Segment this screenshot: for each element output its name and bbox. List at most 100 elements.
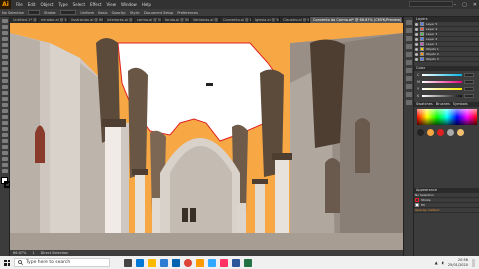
transparency-icon[interactable] <box>405 44 412 49</box>
visibility-eye-icon[interactable] <box>415 42 418 46</box>
blend-tool-icon[interactable] <box>1 133 8 137</box>
visibility-eye-icon[interactable] <box>415 37 418 41</box>
pen-tool-icon[interactable] <box>1 37 8 41</box>
eraser-tool-icon[interactable] <box>1 73 8 77</box>
store-icon[interactable] <box>160 258 168 267</box>
selection-tool-icon[interactable] <box>1 19 8 23</box>
color-spectrum[interactable] <box>417 109 477 125</box>
type-tool-icon[interactable] <box>1 43 8 47</box>
brush-preset[interactable] <box>417 129 424 136</box>
indesign-icon[interactable] <box>220 258 228 267</box>
task-view-icon[interactable] <box>124 258 132 267</box>
network-icon[interactable]: ▲ <box>435 260 438 265</box>
paragraph-icon[interactable] <box>405 100 412 105</box>
word-icon[interactable] <box>232 258 240 267</box>
show-desktop-button[interactable] <box>472 258 475 267</box>
brush-preset[interactable] <box>457 129 464 136</box>
zoom-level[interactable]: 66.67% <box>13 251 26 255</box>
perspective-grid-tool-icon[interactable] <box>1 109 8 113</box>
layer-row[interactable]: Objeto 3 <box>414 57 479 62</box>
brush-preset[interactable] <box>437 129 444 136</box>
volume-icon[interactable]: ◖ <box>442 260 444 265</box>
stroke-swatch-icon[interactable] <box>415 198 419 202</box>
visibility-eye-icon[interactable] <box>415 27 418 31</box>
visibility-eye-icon[interactable] <box>415 52 418 56</box>
free-transform-tool-icon[interactable] <box>1 97 8 101</box>
menu-file[interactable]: File <box>16 2 23 7</box>
chrome-icon[interactable] <box>184 258 192 267</box>
zoom-tool-icon[interactable] <box>1 169 8 173</box>
visibility-eye-icon[interactable] <box>415 57 418 61</box>
artboard-tool-icon[interactable] <box>1 151 8 155</box>
fill-swatch-icon[interactable] <box>415 203 419 207</box>
visibility-eye-icon[interactable] <box>415 22 418 26</box>
menu-type[interactable]: Type <box>58 2 67 7</box>
taskbar-search-box[interactable]: Type here to search <box>14 258 110 267</box>
black-slider-row[interactable]: K <box>414 92 479 99</box>
brush-preset[interactable] <box>427 129 434 136</box>
symbol-sprayer-tool-icon[interactable] <box>1 139 8 143</box>
fill-swatch[interactable] <box>28 10 41 15</box>
maximize-icon[interactable]: ▢ <box>462 2 467 8</box>
pathfinder-icon[interactable] <box>405 68 412 73</box>
magenta-slider-row[interactable]: M <box>414 78 479 85</box>
mesh-tool-icon[interactable] <box>1 115 8 119</box>
paintbrush-tool-icon[interactable] <box>1 61 8 65</box>
cyan-value-field[interactable] <box>464 72 474 77</box>
gradient-tool-icon[interactable] <box>1 121 8 125</box>
rectangle-tool-icon[interactable] <box>1 55 8 59</box>
menu-effect[interactable]: Effect <box>90 2 102 7</box>
slice-tool-icon[interactable] <box>1 157 8 161</box>
eyedropper-tool-icon[interactable] <box>1 127 8 131</box>
cyan-slider-row[interactable]: C <box>414 71 479 78</box>
visibility-eye-icon[interactable] <box>415 32 418 36</box>
illustrator-icon[interactable] <box>196 258 204 267</box>
magenta-value-field[interactable] <box>464 79 474 84</box>
photoshop-icon[interactable] <box>208 258 216 267</box>
width-tool-icon[interactable] <box>1 91 8 95</box>
line-tool-icon[interactable] <box>1 49 8 53</box>
pencil-tool-icon[interactable] <box>1 67 8 71</box>
scale-tool-icon[interactable] <box>1 85 8 89</box>
tab-swatches[interactable]: Swatches <box>416 102 433 107</box>
cyan-slider[interactable] <box>422 73 462 76</box>
brush-dropdown[interactable]: Basic <box>98 11 107 15</box>
yellow-slider-row[interactable]: Y <box>414 85 479 92</box>
yellow-slider[interactable] <box>422 87 462 90</box>
minimize-icon[interactable]: – <box>454 2 457 8</box>
graph-tool-icon[interactable] <box>1 145 8 149</box>
properties-icon[interactable] <box>405 28 412 33</box>
menu-window[interactable]: Window <box>121 2 137 7</box>
clock[interactable]: 20:56 25/01/2020 <box>448 258 468 267</box>
style-label[interactable]: Style: <box>130 11 140 15</box>
start-button[interactable] <box>0 256 14 269</box>
document-setup-button[interactable]: Document Setup <box>144 11 173 15</box>
magenta-slider[interactable] <box>422 80 462 83</box>
gradient-icon[interactable] <box>405 60 412 65</box>
black-value-field[interactable] <box>464 93 474 98</box>
uniform-dropdown[interactable]: Uniform <box>80 11 94 15</box>
excel-icon[interactable] <box>244 258 252 267</box>
hand-tool-icon[interactable] <box>1 163 8 167</box>
menu-object[interactable]: Object <box>40 2 53 7</box>
magic-wand-tool-icon[interactable] <box>1 31 8 35</box>
libraries-icon[interactable] <box>405 36 412 41</box>
edge-icon[interactable] <box>136 258 144 267</box>
direct-selection-tool-icon[interactable] <box>1 25 8 29</box>
transform-icon[interactable] <box>405 84 412 89</box>
artboard-number[interactable]: 1 <box>32 251 34 255</box>
tab-brushes[interactable]: Brushes <box>436 102 450 107</box>
help-search-input[interactable] <box>409 1 453 7</box>
mail-icon[interactable] <box>172 258 180 267</box>
shape-builder-tool-icon[interactable] <box>1 103 8 107</box>
character-icon[interactable] <box>405 92 412 97</box>
file-explorer-icon[interactable] <box>148 258 156 267</box>
stroke-weight-field[interactable] <box>60 10 77 15</box>
visibility-eye-icon[interactable] <box>415 47 418 51</box>
canvas[interactable] <box>10 23 403 250</box>
yellow-value-field[interactable] <box>464 86 474 91</box>
align-icon[interactable] <box>405 76 412 81</box>
rotate-tool-icon[interactable] <box>1 79 8 83</box>
menu-edit[interactable]: Edit <box>28 2 36 7</box>
preferences-button[interactable]: Preferences <box>177 11 198 15</box>
